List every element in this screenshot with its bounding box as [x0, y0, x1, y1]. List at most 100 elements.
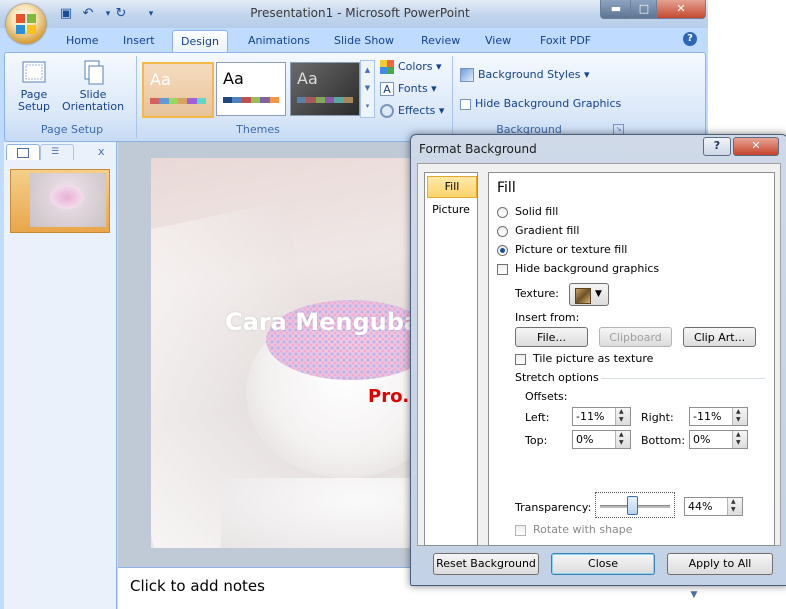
notes-placeholder: Click to add notes	[130, 577, 265, 595]
theme-text: Aa	[297, 69, 318, 88]
solid-fill-label[interactable]: Solid fill	[515, 205, 558, 218]
slide-orientation-button[interactable]: Slide Orientation	[58, 58, 128, 113]
group-separator	[136, 56, 137, 138]
rotate-checkbox[interactable]	[515, 525, 526, 536]
slide-title[interactable]: Cara Menguba	[225, 308, 420, 336]
tab-foxit-pdf[interactable]: Foxit PDF	[532, 30, 599, 52]
page-setup-label: Page Setup	[17, 88, 51, 113]
save-icon[interactable]: ▣	[58, 6, 74, 22]
help-icon[interactable]: ?	[683, 32, 697, 46]
nav-picture[interactable]: Picture	[427, 200, 475, 220]
tab-review[interactable]: Review	[413, 30, 468, 52]
tab-home[interactable]: Home	[58, 30, 106, 52]
tab-animations[interactable]: Animations	[240, 30, 318, 52]
tile-checkbox[interactable]	[515, 354, 526, 365]
reset-background-button[interactable]: Reset Background	[433, 553, 539, 575]
left-offset-label: Left:	[525, 411, 550, 424]
slides-tab-icon	[17, 148, 29, 158]
dialog-close-button[interactable]: Close	[551, 553, 655, 575]
solid-fill-radio[interactable]	[497, 207, 508, 218]
file-button[interactable]: File...	[515, 327, 588, 347]
texture-icon	[575, 288, 591, 304]
tab-insert[interactable]: Insert	[115, 30, 163, 52]
gradient-fill-radio[interactable]	[497, 226, 508, 237]
close-button[interactable]: ✕	[656, 0, 706, 19]
bottom-offset-input[interactable]: 0%	[689, 430, 748, 449]
office-button[interactable]	[6, 4, 46, 44]
background-styles-button[interactable]: Background Styles ▾	[460, 66, 630, 84]
category-nav: Fill Picture	[424, 172, 478, 546]
hide-background-checkbox[interactable]	[460, 98, 471, 110]
slide-canvas[interactable]: Cara Menguba Pro.C	[151, 158, 451, 548]
picture-fill-label[interactable]: Picture or texture fill	[515, 243, 627, 256]
left-offset-input[interactable]: -11%	[572, 407, 631, 426]
outline-tab[interactable]: ☰	[40, 144, 74, 160]
fill-pane: Fill Solid fill Gradient fill Picture or…	[488, 172, 775, 546]
spinner-arrows-icon[interactable]	[615, 408, 630, 425]
hide-background-label: Hide Background Graphics	[475, 97, 622, 110]
slide-thumbnail-selected[interactable]	[10, 169, 110, 233]
effects-button[interactable]: Effects ▾	[380, 102, 450, 120]
offsets-label: Offsets:	[525, 390, 568, 403]
transparency-input[interactable]: 44%	[684, 497, 743, 516]
format-background-dialog: Format Background ? ✕ Fill Picture Fill …	[410, 134, 786, 586]
dialog-close-icon[interactable]: ✕	[733, 137, 779, 156]
gradient-fill-label[interactable]: Gradient fill	[515, 224, 579, 237]
window-title: Presentation1 - Microsoft PowerPoint	[250, 6, 470, 20]
dialog-help-button[interactable]: ?	[703, 137, 731, 156]
group-separator	[452, 56, 453, 138]
themes-scroll[interactable]: ▲ ▼ ▾	[360, 60, 375, 118]
tile-label[interactable]: Tile picture as texture	[533, 352, 653, 365]
top-offset-input[interactable]: 0%	[572, 430, 631, 449]
theme-text: Aa	[150, 70, 171, 89]
colors-icon	[380, 60, 394, 74]
clipboard-button[interactable]: Clipboard	[599, 327, 672, 347]
spinner-arrows-icon[interactable]	[615, 431, 630, 448]
picture-fill-radio[interactable]	[497, 245, 508, 256]
fonts-label: Fonts	[398, 82, 428, 95]
tab-slide-show[interactable]: Slide Show	[326, 30, 402, 52]
top-offset-value: 0%	[576, 433, 594, 446]
redo-icon[interactable]: ↻	[113, 6, 129, 22]
scroll-down-icon[interactable]: ▼	[687, 590, 701, 604]
colors-button[interactable]: Colors ▾	[380, 58, 450, 76]
clip-art-button[interactable]: Clip Art...	[683, 327, 756, 347]
hide-graphics-checkbox[interactable]	[497, 264, 508, 275]
slide-orientation-icon	[84, 60, 104, 85]
minimize-button[interactable]: ▬	[600, 0, 632, 19]
right-offset-input[interactable]: -11%	[689, 407, 748, 426]
texture-picker[interactable]: ▼	[569, 283, 609, 306]
spinner-arrows-icon[interactable]	[732, 431, 747, 448]
outline-tab-icon: ☰	[51, 147, 60, 157]
office-logo-icon	[16, 14, 36, 34]
maximize-button[interactable]: □	[630, 0, 658, 19]
hide-background-graphics[interactable]: Hide Background Graphics	[460, 95, 630, 113]
slides-tab[interactable]	[6, 144, 40, 160]
tab-view[interactable]: View	[477, 30, 519, 52]
theme-thumbnail-3[interactable]: Aa	[290, 62, 360, 116]
spinner-arrows-icon[interactable]	[727, 498, 742, 515]
close-panel-icon[interactable]: x	[98, 145, 105, 158]
theme-thumbnail-1[interactable]: Aa	[142, 62, 214, 118]
apply-to-all-button[interactable]: Apply to All	[667, 553, 773, 575]
theme-thumbnail-2[interactable]: Aa	[216, 62, 286, 116]
stretch-separator	[601, 378, 765, 379]
effects-icon	[380, 104, 394, 118]
customize-toolbar-icon[interactable]: ▾	[143, 6, 159, 22]
hide-graphics-label[interactable]: Hide background graphics	[515, 262, 659, 275]
rotate-label[interactable]: Rotate with shape	[533, 523, 633, 536]
page-setup-icon	[22, 61, 46, 83]
undo-icon[interactable]: ↶	[80, 6, 96, 22]
nav-fill[interactable]: Fill	[427, 176, 477, 198]
slider-thumb[interactable]	[627, 496, 638, 515]
dialog-body: Fill Picture Fill Solid fill Gradient fi…	[417, 163, 781, 546]
background-styles-label: Background Styles	[478, 68, 581, 81]
page-setup-button[interactable]: Page Setup	[14, 58, 54, 113]
tab-design[interactable]: Design	[172, 30, 228, 53]
fonts-button[interactable]: A Fonts ▾	[380, 80, 450, 98]
slide-thumbnail-image	[30, 173, 106, 227]
spinner-arrows-icon[interactable]	[732, 408, 747, 425]
transparency-slider[interactable]	[595, 492, 675, 518]
texture-label: Texture:	[515, 287, 559, 300]
slide-orientation-label: Slide Orientation	[61, 88, 125, 113]
